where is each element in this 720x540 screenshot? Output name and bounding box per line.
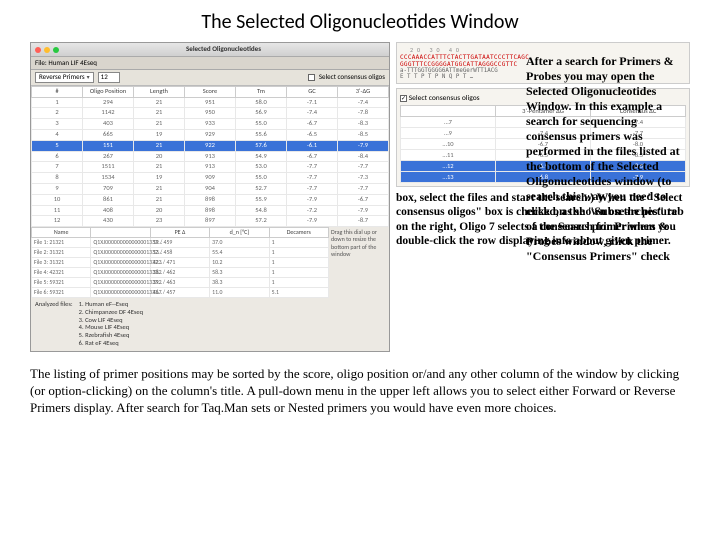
col-header[interactable]: Length <box>134 86 185 97</box>
col-header[interactable]: Oligo Position <box>83 86 134 97</box>
col-header[interactable]: GC <box>287 86 338 97</box>
count-field[interactable]: 12 <box>98 72 120 82</box>
titlebar: Selected Oligonucleotides <box>31 43 389 57</box>
table-row[interactable]: 12942195158.0-7.1-7.4 <box>32 97 389 108</box>
table-row[interactable]: File 5: 59321Q1XJ000000000000001333…392 … <box>32 278 329 288</box>
table-row[interactable]: 62672091354.9-6.7-8.4 <box>32 151 389 162</box>
oligo-table: #Oligo PositionLengthScoreTmGC3'-ΔG 1294… <box>31 86 389 227</box>
table-row[interactable]: File 4: 42321Q1XJ000000000000001333…382 … <box>32 268 329 278</box>
paragraph-2: The listing of primer positions may be s… <box>30 366 690 417</box>
paragraph-1-top: After a search for Primers & Probes you … <box>526 54 690 264</box>
col-header[interactable]: d_n [°C] <box>210 228 269 238</box>
consensus-checkbox[interactable] <box>308 74 315 81</box>
window-title: Selected Oligonucleotides <box>62 45 385 53</box>
dropdown-label: Reverse Primers <box>39 73 85 81</box>
table-row[interactable]: 97092190452.7-7.7-7.7 <box>32 183 389 194</box>
zoom-icon[interactable] <box>53 47 59 53</box>
analyzed-label: Analyzed files: <box>35 301 73 348</box>
drag-hint: Drag this dial up or down to resize the … <box>329 227 389 298</box>
table-row[interactable]: 124302389757.2-7.9-8.7 <box>32 216 389 227</box>
table-row[interactable]: File 1: 21321Q1XJ000000000000001332…59 /… <box>32 238 329 248</box>
minimize-icon[interactable] <box>44 47 50 53</box>
window-subtitle: File: Human LIF 4Eseq <box>31 57 389 70</box>
chevron-down-icon: ▾ <box>87 74 90 81</box>
table-row[interactable]: 211422195056.9-7.4-7.8 <box>32 108 389 119</box>
col-header[interactable]: Name <box>32 228 91 238</box>
list-item: 6. Rat eF 4Eseq <box>79 340 143 348</box>
table-row[interactable]: 114082089854.8-7.2-7.9 <box>32 205 389 216</box>
consensus-checkbox-checked[interactable] <box>400 95 407 102</box>
consensus-label-2: Select consensus oligos <box>409 94 480 103</box>
page-title: The Selected Oligonucleotides Window <box>30 10 690 34</box>
table-row[interactable]: 46651992955.6-6.5-8.5 <box>32 129 389 140</box>
analyzed-file-list: 1. Human eF--Eseq2. Chimpanzee DF 4Eseq3… <box>79 301 143 348</box>
table-row[interactable]: 34032193355.0-6.7-8.3 <box>32 119 389 130</box>
oligos-window: Selected Oligonucleotides File: Human LI… <box>30 42 390 352</box>
table-row[interactable]: File 2: 31321Q1XJ000000000000001332…53 /… <box>32 248 329 258</box>
table-row[interactable]: 815341990955.0-7.7-7.3 <box>32 173 389 184</box>
consensus-label: Select consensus oligos <box>319 73 385 81</box>
table-row[interactable]: File 6: 59321Q1XJ000000000000001333…467 … <box>32 288 329 298</box>
col-header[interactable]: Score <box>185 86 236 97</box>
col-header[interactable] <box>91 228 150 238</box>
col-header[interactable]: Tm <box>236 86 287 97</box>
files-table: Name PE Δd_n [°C]Decamers File 1: 21321Q1… <box>31 227 329 298</box>
table-row[interactable]: 51512192257.6-6.1-7.9 <box>32 140 389 151</box>
col-header[interactable]: PE Δ <box>150 228 209 238</box>
primer-type-dropdown[interactable]: Reverse Primers ▾ <box>35 72 94 82</box>
table-row[interactable]: 108612189855.9-7.9-6.7 <box>32 194 389 205</box>
table-row[interactable]: File 3: 31321Q1XJ000000000000001332…423 … <box>32 258 329 268</box>
col-header[interactable]: # <box>32 86 83 97</box>
col-header[interactable]: 3'-ΔG <box>338 86 389 97</box>
table-row[interactable]: 715112191353.0-7.7-7.7 <box>32 162 389 173</box>
col-header[interactable] <box>401 106 496 117</box>
col-header[interactable]: Decamers <box>269 228 328 238</box>
close-icon[interactable] <box>35 47 41 53</box>
